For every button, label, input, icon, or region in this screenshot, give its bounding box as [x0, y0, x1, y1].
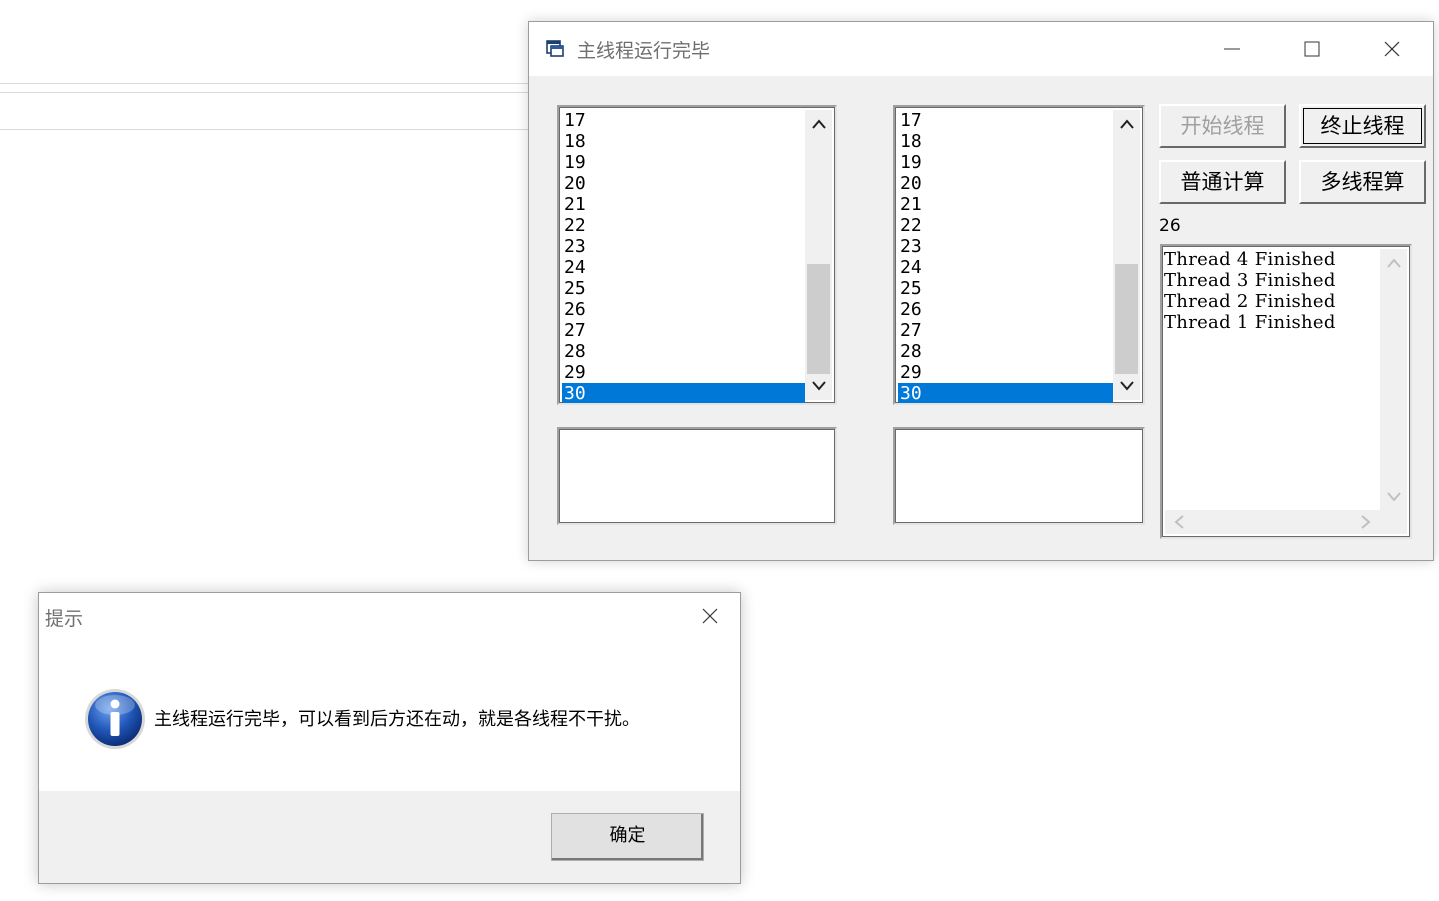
log-line: Thread 4 Finished	[1164, 249, 1336, 270]
vertical-scrollbar[interactable]	[1113, 110, 1140, 400]
list-item[interactable]: 20	[898, 173, 1113, 194]
horizontal-scrollbar[interactable]	[1165, 510, 1380, 534]
list-item[interactable]: 20	[562, 173, 805, 194]
list-item[interactable]: 24	[562, 257, 805, 278]
chevron-left-icon	[1174, 515, 1184, 529]
chevron-up-icon	[1120, 119, 1134, 129]
maximize-button[interactable]	[1272, 22, 1352, 76]
list-item[interactable]: 21	[898, 194, 1113, 215]
list-item[interactable]: 24	[898, 257, 1113, 278]
scroll-down-button[interactable]	[1113, 374, 1140, 398]
background-divider	[0, 129, 528, 130]
multithread-calc-button[interactable]: 多线程算	[1299, 160, 1426, 204]
vertical-scrollbar[interactable]	[805, 110, 832, 400]
number-list-left[interactable]: 17 18 19 20 21 22 23 24 25 26 27 28 29 30	[557, 105, 837, 405]
list-item[interactable]: 18	[898, 131, 1113, 152]
minimize-button[interactable]	[1192, 22, 1272, 76]
chevron-down-icon	[1387, 492, 1401, 502]
result-edit-left[interactable]	[557, 427, 837, 525]
log-line: Thread 1 Finished	[1164, 312, 1336, 333]
message-box-close-button[interactable]	[680, 593, 740, 639]
background-divider	[0, 92, 528, 93]
background-divider	[0, 83, 528, 84]
list-item[interactable]: 27	[562, 320, 805, 341]
maximize-icon	[1304, 41, 1320, 57]
list-item[interactable]: 17	[562, 110, 805, 131]
scroll-up-button[interactable]	[805, 112, 832, 136]
list-item[interactable]: 22	[898, 215, 1113, 236]
thread-log-lines: Thread 4 Finished Thread 3 Finished Thre…	[1164, 249, 1336, 333]
chevron-down-icon	[1120, 381, 1134, 391]
info-icon	[85, 689, 145, 749]
scrollbar-corner	[1380, 510, 1407, 534]
thread-log-edit[interactable]: Thread 4 Finished Thread 3 Finished Thre…	[1160, 244, 1412, 539]
list-item[interactable]: 23	[898, 236, 1113, 257]
chevron-right-icon	[1361, 515, 1371, 529]
count-label: 26	[1159, 216, 1181, 236]
vertical-scrollbar[interactable]	[1380, 249, 1407, 511]
scroll-thumb[interactable]	[807, 264, 830, 374]
list-item[interactable]: 28	[562, 341, 805, 362]
list-item[interactable]: 30	[898, 383, 1113, 403]
chevron-down-icon	[812, 381, 826, 391]
list-item[interactable]: 26	[898, 299, 1113, 320]
title-bar[interactable]: 主线程运行完毕	[529, 22, 1433, 76]
list-item[interactable]: 28	[898, 341, 1113, 362]
stop-thread-button[interactable]: 终止线程	[1299, 104, 1426, 148]
main-window: 主线程运行完毕 17 18 19 20 21 22 23 24 25 26 27 28 29 30 17 1…	[528, 21, 1434, 561]
list-item[interactable]: 19	[898, 152, 1113, 173]
log-line: Thread 3 Finished	[1164, 270, 1336, 291]
number-list-right[interactable]: 17 18 19 20 21 22 23 24 25 26 27 28 29 30	[893, 105, 1145, 405]
list-item[interactable]: 26	[562, 299, 805, 320]
window-title: 主线程运行完毕	[577, 40, 711, 62]
start-thread-button[interactable]: 开始线程	[1159, 104, 1286, 148]
list-item[interactable]: 30	[562, 383, 805, 403]
list-item[interactable]: 25	[562, 278, 805, 299]
ok-button[interactable]: 确定	[551, 813, 704, 861]
message-box: 提示 主线程运行完毕，可以看到后方还在动，就是各线程不干扰。 确定	[38, 592, 741, 884]
log-line: Thread 2 Finished	[1164, 291, 1336, 312]
list-item[interactable]: 17	[898, 110, 1113, 131]
list-item[interactable]: 29	[898, 362, 1113, 383]
scroll-thumb[interactable]	[1115, 264, 1138, 374]
list-item[interactable]: 18	[562, 131, 805, 152]
list-item[interactable]: 23	[562, 236, 805, 257]
result-edit-right[interactable]	[893, 427, 1145, 525]
message-box-title: 提示	[45, 608, 84, 630]
chevron-up-icon	[1387, 258, 1401, 268]
normal-calc-button[interactable]: 普通计算	[1159, 160, 1286, 204]
message-text: 主线程运行完毕，可以看到后方还在动，就是各线程不干扰。	[154, 709, 640, 730]
chevron-up-icon	[812, 119, 826, 129]
app-icon	[546, 40, 564, 57]
list-items: 17 18 19 20 21 22 23 24 25 26 27 28 29 30	[562, 110, 805, 403]
scroll-down-button[interactable]	[805, 374, 832, 398]
close-icon	[702, 608, 718, 624]
scroll-up-button[interactable]	[1113, 112, 1140, 136]
list-item[interactable]: 27	[898, 320, 1113, 341]
list-items: 17 18 19 20 21 22 23 24 25 26 27 28 29 30	[898, 110, 1113, 403]
list-item[interactable]: 19	[562, 152, 805, 173]
close-button[interactable]	[1352, 22, 1432, 76]
close-icon	[1384, 41, 1400, 57]
list-item[interactable]: 29	[562, 362, 805, 383]
minimize-icon	[1224, 48, 1240, 50]
list-item[interactable]: 22	[562, 215, 805, 236]
list-item[interactable]: 21	[562, 194, 805, 215]
list-item[interactable]: 25	[898, 278, 1113, 299]
message-box-footer: 确定	[39, 791, 740, 883]
